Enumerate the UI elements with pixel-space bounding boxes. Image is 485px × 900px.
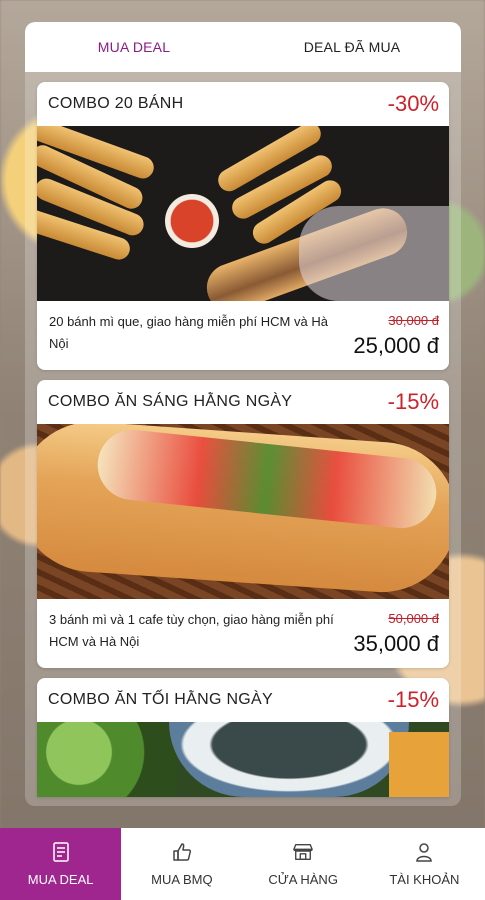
tab-deal-da-mua[interactable]: DEAL ĐÃ MUA <box>243 22 461 72</box>
thumbs-up-icon <box>172 842 192 862</box>
deal-card[interactable]: COMBO 20 BÁNH -30% 20 bánh mì que, giao … <box>37 82 449 370</box>
store-icon <box>293 842 313 862</box>
nav-label: MUA DEAL <box>27 871 94 887</box>
discount-badge: -15% <box>387 687 439 712</box>
new-price: 25,000 đ <box>353 333 439 358</box>
nav-label: TÀI KHOẢN <box>389 871 460 887</box>
deal-tabs: MUA DEAL DEAL ĐÃ MUA <box>25 22 461 72</box>
nav-cua-hang[interactable]: CỬA HÀNG <box>243 828 364 900</box>
deal-panel: MUA DEAL DEAL ĐÃ MUA COMBO 20 BÁNH -30% … <box>25 22 461 806</box>
discount-badge: -15% <box>387 389 439 414</box>
new-price: 35,000 đ <box>353 631 439 656</box>
deal-description: 3 bánh mì và 1 cafe tùy chọn, giao hàng … <box>49 612 334 649</box>
deal-card-footer: 3 bánh mì và 1 cafe tùy chọn, giao hàng … <box>37 599 449 668</box>
deal-prices: 50,000 đ 35,000 đ <box>353 609 439 659</box>
deal-card-header: COMBO ĂN TỐI HẰNG NGÀY -15% <box>37 678 449 722</box>
deal-image <box>37 126 449 301</box>
deal-card-header: COMBO 20 BÁNH -30% <box>37 82 449 126</box>
bottom-navigation: MUA DEAL MUA BMQ CỬA HÀNG TÀI KHOẢN <box>0 828 485 900</box>
deal-image <box>37 722 449 797</box>
deal-image <box>37 424 449 599</box>
deal-card-header: COMBO ĂN SÁNG HẰNG NGÀY -15% <box>37 380 449 424</box>
deal-card[interactable]: COMBO ĂN SÁNG HẰNG NGÀY -15% 3 bánh mì v… <box>37 380 449 668</box>
deal-description: 20 bánh mì que, giao hàng miễn phí HCM v… <box>49 314 328 351</box>
deal-card-footer: 20 bánh mì que, giao hàng miễn phí HCM v… <box>37 301 449 370</box>
nav-mua-bmq[interactable]: MUA BMQ <box>121 828 242 900</box>
deal-title: COMBO 20 BÁNH <box>48 95 184 112</box>
deal-prices: 30,000 đ 25,000 đ <box>353 311 439 361</box>
tab-mua-deal[interactable]: MUA DEAL <box>25 22 243 72</box>
nav-label: MUA BMQ <box>151 871 213 887</box>
deal-card[interactable]: COMBO ĂN TỐI HẰNG NGÀY -15% <box>37 678 449 797</box>
discount-badge: -30% <box>387 91 439 116</box>
old-price: 50,000 đ <box>388 611 439 626</box>
nav-mua-deal[interactable]: MUA DEAL <box>0 828 122 900</box>
deal-title: COMBO ĂN TỐI HẰNG NGÀY <box>48 691 273 708</box>
document-icon <box>51 841 71 862</box>
deal-title: COMBO ĂN SÁNG HẰNG NGÀY <box>48 393 293 410</box>
nav-tai-khoan[interactable]: TÀI KHOẢN <box>364 828 485 900</box>
old-price: 30,000 đ <box>388 313 439 328</box>
user-icon <box>414 842 434 862</box>
nav-label: CỬA HÀNG <box>268 871 338 887</box>
